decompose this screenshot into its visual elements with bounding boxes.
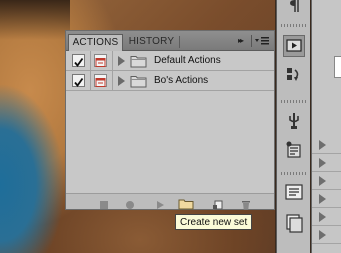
expand-triangle-icon[interactable] (118, 76, 125, 86)
brush-presets-icon[interactable] (283, 140, 305, 162)
dock-grip[interactable] (281, 172, 307, 175)
column-divider (90, 51, 91, 71)
folder-icon (130, 74, 147, 88)
stop-icon (100, 201, 108, 209)
record-icon (126, 201, 134, 209)
action-set-label: Bo's Actions (154, 75, 209, 86)
list-item[interactable] (312, 226, 341, 244)
panel-bottom-toolbar (66, 193, 274, 210)
actions-panel-icon[interactable] (283, 35, 305, 57)
expand-triangle-icon[interactable] (319, 194, 326, 204)
actions-list: Default Actions Bo's Actions (66, 51, 274, 193)
delete-button[interactable] (240, 197, 252, 210)
expand-triangle-icon[interactable] (319, 176, 326, 186)
tab-actions[interactable]: ACTIONS (68, 34, 123, 51)
actions-panel: ACTIONS HISTORY ▸▸ Default Actions Bo's … (65, 30, 275, 210)
new-item-icon (213, 200, 223, 210)
list-item[interactable]: Bo's Actions (66, 71, 274, 91)
panel-field[interactable] (334, 56, 341, 78)
panel-menu-icon[interactable] (254, 34, 270, 48)
dialog-icon (95, 78, 106, 87)
canvas-shadow (0, 0, 70, 40)
list-item[interactable] (312, 136, 341, 154)
tool-presets-icon[interactable] (283, 110, 305, 132)
column-divider (90, 71, 91, 91)
toggle-item-checkbox[interactable] (72, 54, 85, 67)
expand-triangle-icon[interactable] (319, 140, 326, 150)
expand-triangle-icon[interactable] (118, 56, 125, 66)
history-panel-icon[interactable] (283, 65, 305, 87)
list-item[interactable] (312, 190, 341, 208)
expand-triangle-icon[interactable] (319, 230, 326, 240)
tab-divider (179, 36, 180, 48)
toggle-dialog-on-off[interactable] (94, 74, 107, 87)
dock-grip[interactable] (281, 24, 307, 27)
column-divider (112, 51, 113, 71)
action-set-label: Default Actions (154, 55, 221, 66)
toggle-dialog-on-off[interactable] (94, 54, 107, 67)
panel-icon-dock (276, 0, 310, 253)
folder-icon (130, 54, 147, 68)
create-new-set-button[interactable] (178, 197, 194, 210)
checkmark-icon (74, 57, 84, 67)
play-icon (157, 201, 164, 209)
header-divider (251, 35, 252, 47)
trash-icon (242, 201, 250, 210)
list-item[interactable]: Default Actions (66, 51, 274, 71)
panel-tab-bar: ACTIONS HISTORY ▸▸ (66, 31, 274, 51)
notes-icon[interactable] (283, 182, 305, 204)
list-item[interactable] (312, 154, 341, 172)
expand-triangle-icon[interactable] (319, 158, 326, 168)
dock-grip[interactable] (281, 100, 307, 103)
right-side-panel (311, 0, 341, 253)
stop-playing-recording-button[interactable] (98, 197, 110, 209)
list-item[interactable] (312, 208, 341, 226)
folder-icon (178, 199, 194, 210)
column-divider (112, 71, 113, 91)
checkmark-icon (74, 77, 84, 87)
expand-triangle-icon[interactable] (319, 212, 326, 222)
play-selection-button[interactable] (154, 197, 166, 209)
layer-comps-icon[interactable] (283, 212, 305, 234)
create-new-action-button[interactable] (212, 197, 224, 210)
tab-history[interactable]: HISTORY (124, 34, 179, 51)
toggle-item-checkbox[interactable] (72, 74, 85, 87)
begin-recording-button[interactable] (124, 197, 136, 209)
collapse-to-icons-button[interactable]: ▸▸ (234, 35, 246, 47)
paragraph-icon[interactable] (283, 0, 305, 14)
list-item[interactable] (312, 172, 341, 190)
tooltip: Create new set (175, 214, 253, 230)
dialog-icon (95, 58, 106, 67)
